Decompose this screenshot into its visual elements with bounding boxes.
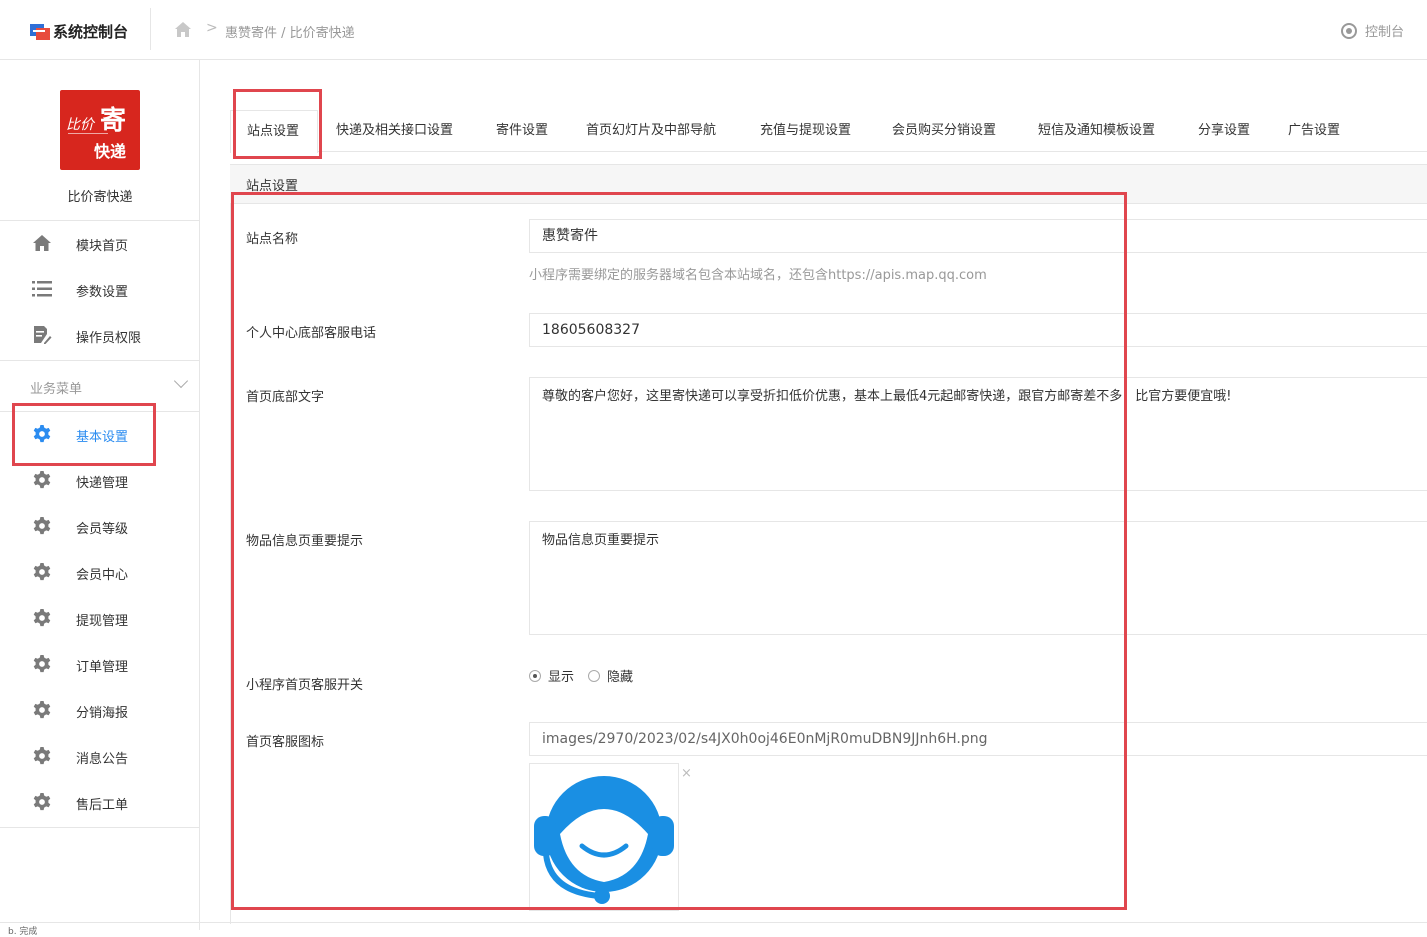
- chevron-down-icon[interactable]: [173, 373, 189, 389]
- console-link[interactable]: 控制台: [1340, 21, 1404, 40]
- list-icon: [32, 281, 52, 297]
- settings-tabs: 站点设置 快递及相关接口设置 寄件设置 首页幻灯片及中部导航 充值与提现设置 会…: [230, 110, 1427, 153]
- sidebar-item-permissions[interactable]: 操作员权限: [0, 312, 200, 358]
- tab-sms-templates[interactable]: 短信及通知模板设置: [1038, 110, 1155, 152]
- sidebar: 比价 寄 快递 比价寄快递 模块首页 参数设置 操作员权限 业务菜单 基本设置 …: [0, 60, 200, 930]
- breadcrumb-separator-icon: >: [206, 20, 218, 36]
- brand-logo-icon: [30, 22, 50, 40]
- tab-shipping[interactable]: 寄件设置: [496, 110, 548, 152]
- sidebar-item-poster[interactable]: 分销海报: [0, 687, 200, 733]
- gear-icon: [33, 609, 51, 627]
- status-bar-text: b. 完成: [8, 927, 38, 937]
- gear-icon: [33, 701, 51, 719]
- home-icon[interactable]: [174, 21, 192, 38]
- top-header: 系统控制台 > 惠赞寄件 / 比价寄快递 控制台: [0, 0, 1427, 60]
- highlight-tab: [233, 89, 322, 159]
- sidebar-item-member-center[interactable]: 会员中心: [0, 549, 200, 595]
- sidebar-item-after-sales[interactable]: 售后工单: [0, 779, 200, 825]
- home-icon: [33, 235, 51, 251]
- sidebar-item-label: 会员中心: [76, 568, 129, 583]
- app-logo: 比价 寄 快递: [60, 90, 140, 170]
- gear-icon: [33, 471, 51, 489]
- sidebar-item-label: 模块首页: [76, 239, 129, 254]
- sidebar-item-params[interactable]: 参数设置: [0, 266, 200, 312]
- sidebar-item-label: 分销海报: [76, 706, 129, 721]
- gear-icon: [33, 655, 51, 673]
- highlight-sidebar-item: [12, 403, 156, 466]
- highlight-form: [231, 192, 1127, 910]
- sidebar-item-orders[interactable]: 订单管理: [0, 641, 200, 687]
- header-divider: [150, 8, 151, 50]
- sidebar-item-label: 售后工单: [76, 798, 129, 813]
- breadcrumb[interactable]: 惠赞寄件 / 比价寄快递: [225, 22, 355, 41]
- tab-slides-nav[interactable]: 首页幻灯片及中部导航: [586, 110, 716, 152]
- gear-icon: [33, 563, 51, 581]
- divider: [0, 922, 1427, 923]
- sidebar-site-name: 比价寄快递: [67, 190, 133, 205]
- sidebar-item-label: 消息公告: [76, 752, 129, 767]
- gear-icon: [33, 793, 51, 811]
- brand-title: 系统控制台: [53, 22, 129, 41]
- tab-ads[interactable]: 广告设置: [1288, 110, 1340, 152]
- sidebar-item-label: 参数设置: [76, 285, 129, 300]
- console-label: 控制台: [1364, 25, 1404, 40]
- brand[interactable]: 系统控制台: [30, 20, 128, 42]
- document-edit-icon: [34, 326, 52, 344]
- sidebar-item-withdraw[interactable]: 提现管理: [0, 595, 200, 641]
- console-icon: [1340, 22, 1357, 39]
- sidebar-item-label: 操作员权限: [76, 331, 142, 346]
- sidebar-item-label: 会员等级: [76, 522, 129, 537]
- sidebar-item-label: 提现管理: [76, 614, 129, 629]
- tab-recharge-withdraw[interactable]: 充值与提现设置: [760, 110, 851, 152]
- divider: [0, 360, 200, 361]
- sidebar-item-member-level[interactable]: 会员等级: [0, 503, 200, 549]
- sidebar-item-home[interactable]: 模块首页: [0, 220, 200, 266]
- gear-icon: [33, 517, 51, 535]
- sidebar-group-title[interactable]: 业务菜单: [30, 378, 82, 397]
- sidebar-item-label: 快递管理: [76, 476, 129, 491]
- divider: [0, 827, 200, 828]
- gear-icon: [33, 747, 51, 765]
- sidebar-item-notices[interactable]: 消息公告: [0, 733, 200, 779]
- tab-share[interactable]: 分享设置: [1198, 110, 1250, 152]
- tab-express-api[interactable]: 快递及相关接口设置: [336, 110, 453, 152]
- tab-membership-distribution[interactable]: 会员购买分销设置: [892, 110, 996, 152]
- sidebar-item-label: 订单管理: [76, 660, 129, 675]
